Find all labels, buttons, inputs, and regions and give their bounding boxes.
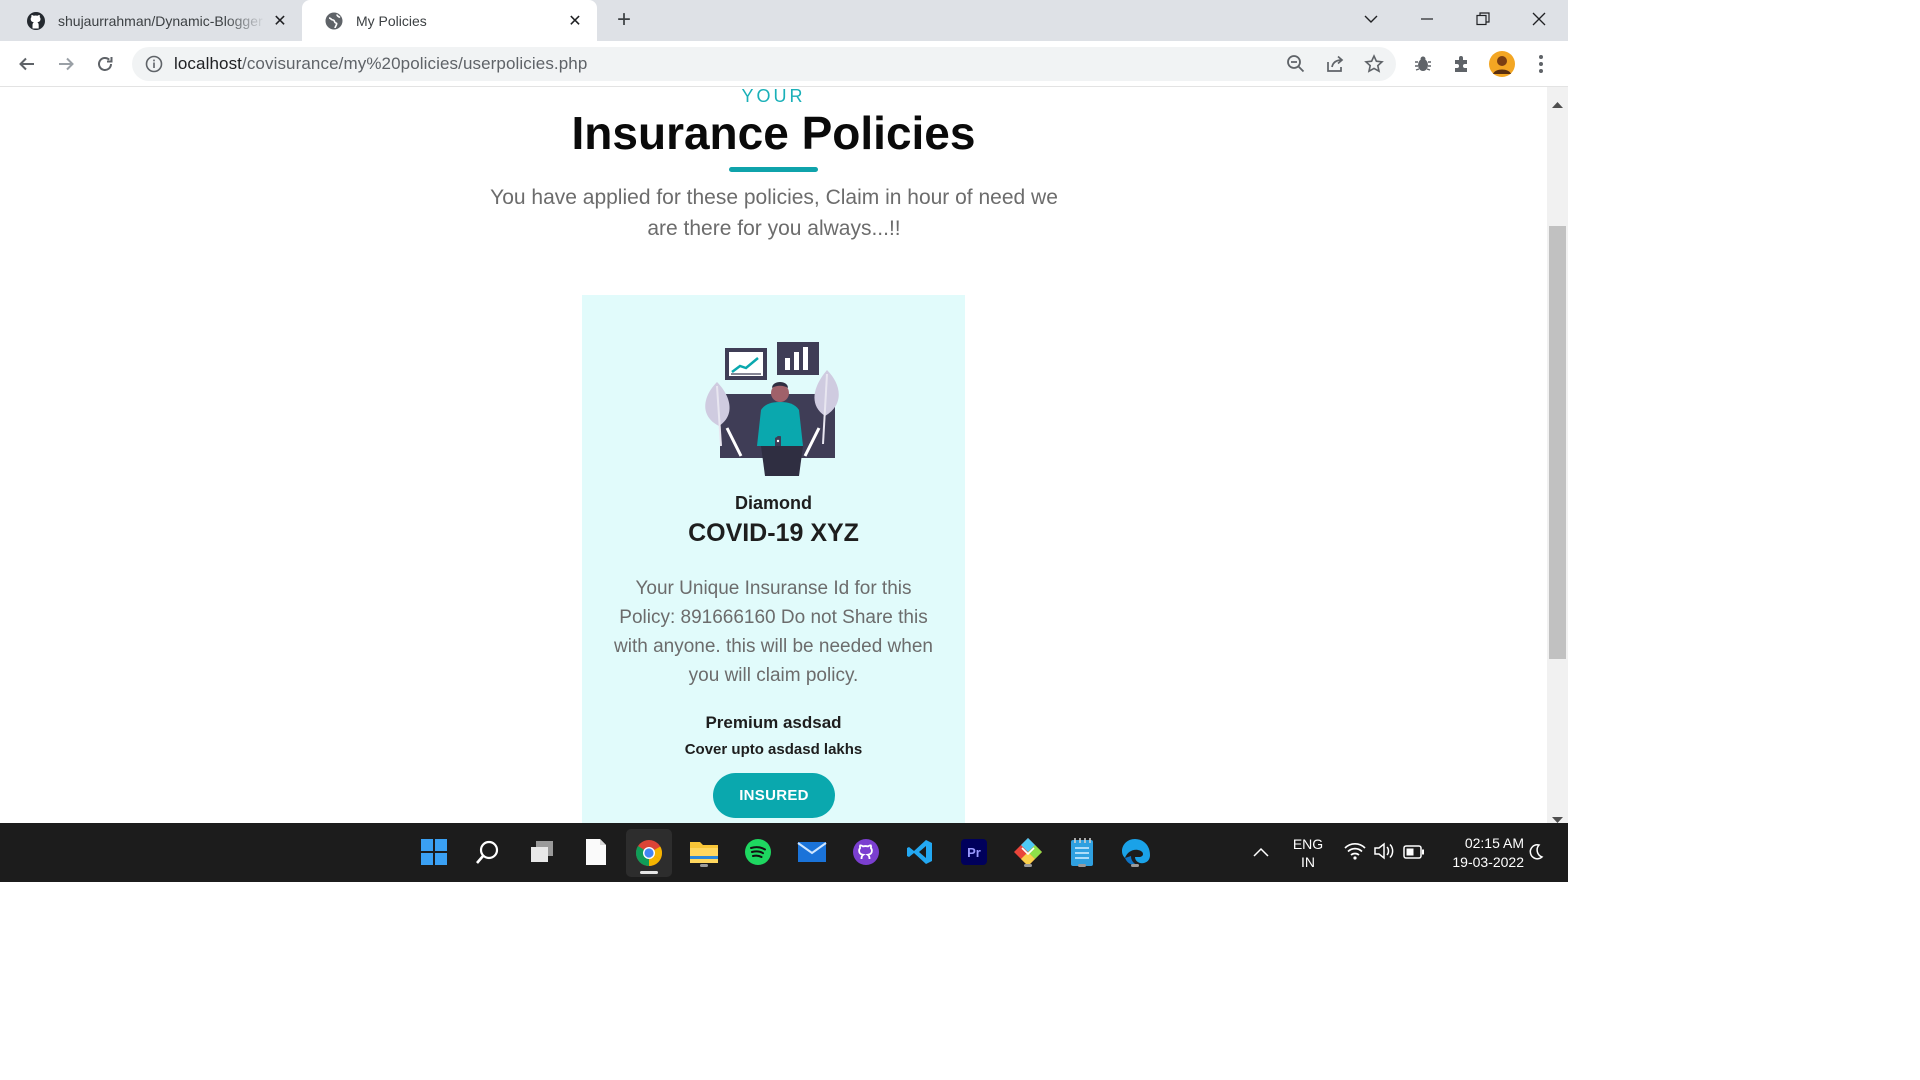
chrome-icon[interactable] (626, 829, 672, 877)
insured-button[interactable]: INSURED (713, 773, 835, 818)
tab-my-policies[interactable]: My Policies ✕ (302, 0, 597, 41)
share-icon[interactable] (1321, 50, 1349, 78)
language-code: ENG (1292, 836, 1324, 852)
scrollbar-thumb[interactable] (1549, 226, 1566, 659)
focus-moon-icon[interactable] (1528, 843, 1544, 865)
task-view-icon[interactable] (524, 834, 560, 870)
new-tab-button[interactable]: + (610, 6, 638, 34)
search-icon[interactable] (470, 834, 506, 870)
policy-cover: Cover upto asdasd lakhs (684, 741, 863, 758)
policy-plan: Diamond (734, 493, 812, 513)
globe-icon (324, 11, 344, 31)
policy-illustration (697, 338, 849, 480)
zoom-icon[interactable] (1282, 50, 1310, 78)
volume-icon[interactable] (1373, 842, 1395, 864)
clock[interactable]: 02:15 AM 19-03-2022 (1434, 834, 1524, 872)
spotify-icon[interactable] (740, 834, 776, 870)
premiere-pro-icon[interactable]: Pr (956, 834, 992, 870)
page-lead-text: You have applied for these policies, Cla… (490, 186, 1058, 240)
github-desktop-icon[interactable] (848, 834, 884, 870)
close-tab-icon[interactable]: ✕ (567, 11, 583, 31)
tab-title: shujaurrahman/Dynamic-Blogger (58, 12, 263, 29)
notepad-icon[interactable] (1064, 834, 1100, 870)
svg-text:Pr: Pr (967, 845, 981, 860)
input-language[interactable]: ENG IN (1287, 835, 1329, 871)
section-kicker: YOUR (741, 86, 806, 106)
url-path: /covisurance/my%20policies/userpolicies.… (242, 54, 588, 73)
page-title: Insurance Policies (571, 107, 976, 159)
github-icon (26, 11, 46, 31)
tab-search-icon[interactable] (1343, 0, 1399, 38)
back-button[interactable] (13, 50, 41, 78)
browser-menu-icon[interactable] (1527, 50, 1555, 78)
clock-time: 02:15 AM (1464, 835, 1524, 851)
tab-github[interactable]: shujaurrahman/Dynamic-Blogger ✕ (4, 0, 302, 41)
edge-icon[interactable] (1117, 834, 1153, 870)
windows-taskbar (0, 823, 1568, 882)
region-code: IN (1301, 854, 1315, 870)
wifi-icon[interactable] (1344, 842, 1366, 864)
close-window-button[interactable] (1511, 0, 1567, 38)
mail-icon[interactable] (794, 834, 830, 870)
forward-button[interactable] (52, 50, 80, 78)
reload-button[interactable] (91, 50, 119, 78)
policy-description: Your Unique Insuranse Id for this Policy… (614, 578, 933, 686)
clock-date: 19-03-2022 (1452, 854, 1524, 870)
vscode-icon[interactable] (902, 834, 938, 870)
minimize-button[interactable] (1399, 0, 1455, 38)
policy-premium: Premium asdsad (705, 713, 842, 732)
tab-title: My Policies (356, 12, 427, 29)
scroll-up-arrow[interactable] (1552, 94, 1563, 113)
windows-start-icon[interactable] (416, 834, 452, 870)
url-host: localhost (174, 54, 242, 73)
restore-button[interactable] (1455, 0, 1511, 38)
bug-extension-icon[interactable] (1409, 50, 1437, 78)
file-explorer-icon[interactable] (686, 834, 722, 870)
battery-icon[interactable] (1403, 844, 1425, 863)
url-text[interactable]: localhost/covisurance/my%20policies/user… (174, 53, 587, 75)
policy-name: COVID-19 XYZ (688, 519, 859, 547)
notepad-file-icon[interactable] (578, 834, 614, 870)
profile-avatar[interactable] (1488, 50, 1516, 78)
show-hidden-icons-chevron[interactable] (1252, 844, 1270, 863)
git-icon[interactable] (1010, 834, 1046, 870)
extensions-puzzle-icon[interactable] (1448, 50, 1476, 78)
title-underline (729, 167, 818, 172)
info-icon[interactable] (145, 55, 163, 73)
close-tab-icon[interactable]: ✕ (272, 11, 288, 31)
bookmark-star-icon[interactable] (1360, 50, 1388, 78)
